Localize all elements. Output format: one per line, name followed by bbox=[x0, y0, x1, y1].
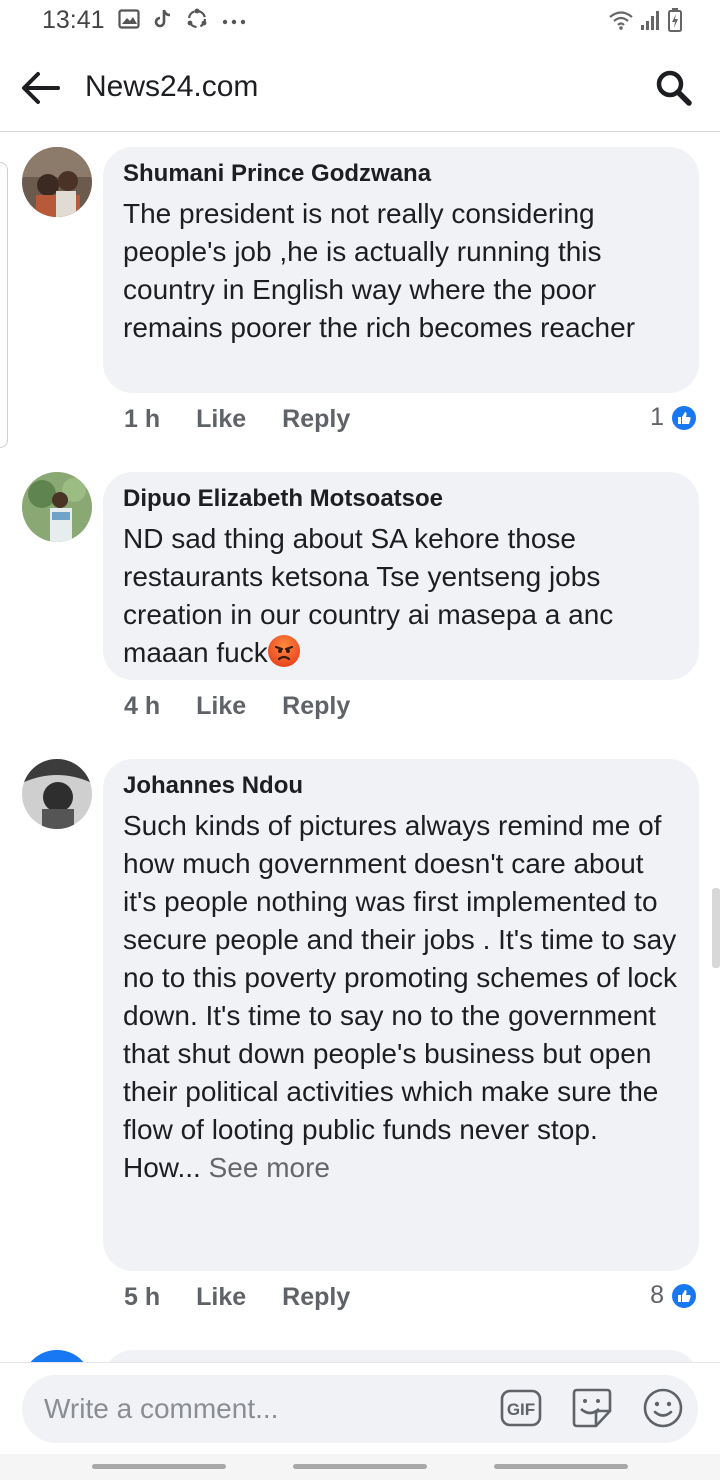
reaction-summary[interactable]: 1 bbox=[650, 403, 698, 432]
comment-time: 4 h bbox=[124, 692, 161, 720]
comment-bubble[interactable]: Shumani Prince Godzwana The president is… bbox=[103, 147, 699, 393]
comment-time: 1 h bbox=[124, 405, 161, 433]
sticker-icon[interactable] bbox=[570, 1387, 614, 1434]
avatar[interactable] bbox=[22, 147, 92, 217]
comment-time: 5 h bbox=[124, 1283, 161, 1311]
angry-face-emoji bbox=[267, 635, 300, 667]
reaction-count: 8 bbox=[650, 1281, 664, 1309]
comment-actions: 4 h Like Reply bbox=[124, 692, 350, 721]
status-notification-icons bbox=[118, 8, 246, 35]
comment-input-placeholder: Write a comment... bbox=[44, 1393, 279, 1424]
more-dots-icon bbox=[222, 13, 246, 31]
comment-author[interactable]: Dipuo Elizabeth Motsoatsoe bbox=[123, 484, 679, 514]
scrollbar-thumb[interactable] bbox=[712, 888, 720, 968]
like-button[interactable]: Like bbox=[196, 1283, 246, 1312]
emoji-icon[interactable] bbox=[642, 1387, 684, 1434]
search-icon bbox=[656, 70, 692, 106]
comment-text: The president is not really considering … bbox=[123, 198, 636, 343]
reply-button[interactable]: Reply bbox=[282, 405, 350, 434]
search-button[interactable] bbox=[654, 68, 694, 108]
sync-icon bbox=[186, 8, 208, 35]
thumbs-up-icon bbox=[670, 403, 698, 432]
comment-author[interactable]: Johannes Ndou bbox=[123, 771, 679, 801]
battery-icon bbox=[668, 8, 682, 37]
see-more-link[interactable]: See more bbox=[209, 1152, 330, 1183]
comment-author[interactable]: Shumani Prince Godzwana bbox=[123, 159, 679, 189]
composer-actions: GIF bbox=[500, 1387, 684, 1434]
page-title: News24.com bbox=[85, 70, 259, 103]
avatar[interactable] bbox=[22, 759, 92, 829]
tiktok-icon bbox=[154, 8, 172, 35]
status-bar: 13:41 bbox=[0, 0, 720, 42]
reaction-count: 1 bbox=[650, 403, 664, 431]
signal-icon bbox=[640, 9, 662, 36]
back-button[interactable] bbox=[18, 66, 66, 110]
comment-text: ND sad thing about SA kehore those resta… bbox=[123, 520, 679, 672]
reaction-summary[interactable]: 8 bbox=[650, 1281, 698, 1310]
comment-actions: 1 h Like Reply bbox=[124, 405, 350, 434]
nav-back-button[interactable] bbox=[494, 1464, 628, 1469]
like-button[interactable]: Like bbox=[196, 692, 246, 721]
comment-bubble[interactable]: Dipuo Elizabeth Motsoatsoe ND sad thing … bbox=[103, 472, 699, 680]
gallery-icon bbox=[118, 8, 140, 35]
comment-bubble[interactable]: Johannes Ndou Such kinds of pictures alw… bbox=[103, 759, 699, 1271]
comment-input[interactable]: Write a comment... GIF bbox=[22, 1375, 698, 1443]
reply-button[interactable]: Reply bbox=[282, 692, 350, 721]
comment-actions: 5 h Like Reply bbox=[124, 1283, 350, 1312]
thread-edge-decoration bbox=[0, 162, 8, 448]
reply-button[interactable]: Reply bbox=[282, 1283, 350, 1312]
gif-icon[interactable]: GIF bbox=[500, 1389, 542, 1432]
comment-text-tail: How... See more bbox=[123, 1149, 679, 1187]
comment-composer: Write a comment... GIF bbox=[0, 1362, 720, 1454]
nav-recents-button[interactable] bbox=[92, 1464, 226, 1469]
arrow-left-icon bbox=[22, 72, 60, 104]
thumbs-up-icon bbox=[670, 1281, 698, 1310]
status-system-icons bbox=[608, 8, 682, 37]
comment-text-body: ND sad thing about SA kehore those resta… bbox=[123, 523, 614, 668]
avatar[interactable] bbox=[22, 472, 92, 542]
app-header: News24.com bbox=[0, 42, 720, 132]
comment-text: Such kinds of pictures always remind me … bbox=[123, 810, 678, 1145]
comment-text-truncated: How... bbox=[123, 1152, 201, 1183]
status-time: 13:41 bbox=[42, 6, 105, 34]
svg-text:GIF: GIF bbox=[507, 1400, 535, 1419]
like-button[interactable]: Like bbox=[196, 405, 246, 434]
wifi-icon bbox=[608, 9, 634, 36]
nav-home-button[interactable] bbox=[293, 1464, 427, 1469]
system-nav-bar bbox=[0, 1454, 720, 1480]
